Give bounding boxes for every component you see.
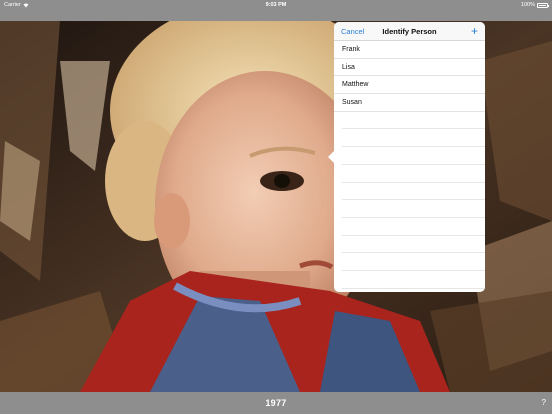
empty-row [342, 253, 485, 271]
popover-header: Cancel Identify Person + [334, 22, 485, 41]
empty-row [342, 271, 485, 289]
empty-row [342, 147, 485, 165]
person-row-susan[interactable]: Susan [334, 94, 485, 112]
bottom-toolbar: 1977 ? [0, 392, 552, 414]
popover-title: Identify Person [382, 27, 437, 36]
add-person-button[interactable]: + [471, 22, 478, 41]
empty-row [342, 112, 485, 130]
person-row-frank[interactable]: Frank [334, 41, 485, 59]
status-time: 9:03 PM [265, 2, 287, 8]
year-label: 1977 [265, 398, 287, 408]
empty-row [342, 165, 485, 183]
empty-row [342, 183, 485, 201]
status-right: 100% [520, 0, 549, 10]
person-row-matthew[interactable]: Matthew [334, 76, 485, 95]
help-button[interactable]: ? [542, 392, 546, 414]
identify-person-popover: Cancel Identify Person + Frank Lisa Matt… [334, 22, 485, 292]
empty-row [342, 200, 485, 218]
empty-row [342, 129, 485, 148]
battery-percent: 100% [520, 2, 535, 8]
empty-row [342, 218, 485, 236]
battery-icon [537, 2, 549, 8]
person-list: Frank Lisa Matthew Susan [334, 41, 485, 289]
empty-row [342, 236, 485, 254]
person-row-lisa[interactable]: Lisa [334, 59, 485, 77]
status-bar: Carrier 9:03 PM 100% [0, 0, 552, 10]
top-bar [0, 10, 552, 21]
